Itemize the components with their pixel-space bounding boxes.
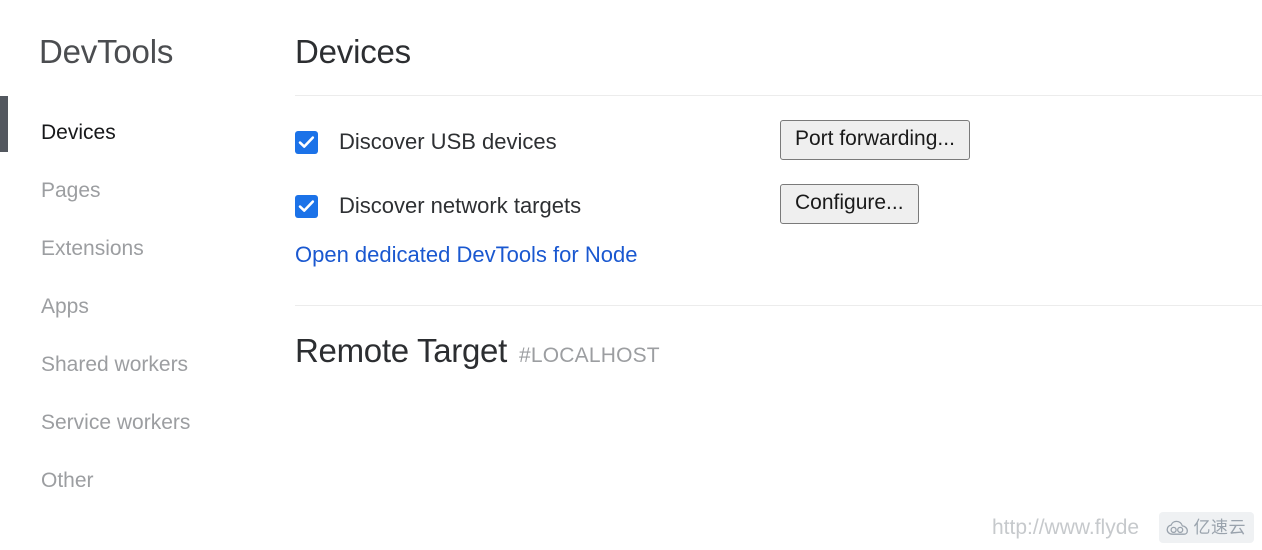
sidebar-item-label: Other <box>41 469 94 492</box>
setting-row-usb: Discover USB devices Port forwarding... <box>295 120 1255 164</box>
sidebar: DevTools Devices Pages Extensions Apps S… <box>0 0 275 550</box>
sidebar-item-label: Devices <box>41 121 116 144</box>
sidebar-item-label: Apps <box>41 295 89 318</box>
remote-target-header: Remote Target #LOCALHOST <box>295 332 660 370</box>
checkmark-icon <box>298 199 315 212</box>
port-forwarding-button[interactable]: Port forwarding... <box>780 120 970 160</box>
sidebar-item-other[interactable]: Other <box>0 452 275 510</box>
content-panel: Devices Discover USB devices Port forwar… <box>275 0 1262 550</box>
page-title: Devices <box>295 33 411 70</box>
sidebar-item-label: Service workers <box>41 411 191 434</box>
setting-row-network: Discover network targets Configure... <box>295 184 1255 228</box>
discover-usb-devices-label: Discover USB devices <box>339 129 557 154</box>
sidebar-item-apps[interactable]: Apps <box>0 278 275 336</box>
sidebar-nav: Devices Pages Extensions Apps Shared wor… <box>0 104 275 510</box>
checkmark-icon <box>298 135 315 148</box>
sidebar-item-label: Shared workers <box>41 353 189 376</box>
sidebar-item-shared-workers[interactable]: Shared workers <box>0 336 275 394</box>
remote-target-title: Remote Target <box>295 332 507 369</box>
sidebar-item-label: Extensions <box>41 237 144 260</box>
discover-usb-devices-checkbox[interactable] <box>295 130 318 154</box>
devtools-inspect-page: DevTools Devices Pages Extensions Apps S… <box>0 0 1262 550</box>
open-dedicated-devtools-for-node-link[interactable]: Open dedicated DevTools for Node <box>295 242 637 268</box>
app-title: DevTools <box>39 33 174 70</box>
discovery-settings: Discover USB devices Port forwarding... … <box>295 120 1255 268</box>
sidebar-item-extensions[interactable]: Extensions <box>0 220 275 278</box>
remote-target-host: #LOCALHOST <box>518 344 660 367</box>
configure-button[interactable]: Configure... <box>780 184 919 224</box>
discover-network-targets-checkbox[interactable] <box>295 194 318 218</box>
sidebar-item-pages[interactable]: Pages <box>0 162 275 220</box>
sidebar-item-service-workers[interactable]: Service workers <box>0 394 275 452</box>
sidebar-item-label: Pages <box>41 179 101 202</box>
sidebar-item-devices[interactable]: Devices <box>0 104 275 162</box>
divider-middle <box>295 305 1262 306</box>
discover-network-targets-label: Discover network targets <box>339 193 582 218</box>
divider-top <box>295 95 1262 96</box>
